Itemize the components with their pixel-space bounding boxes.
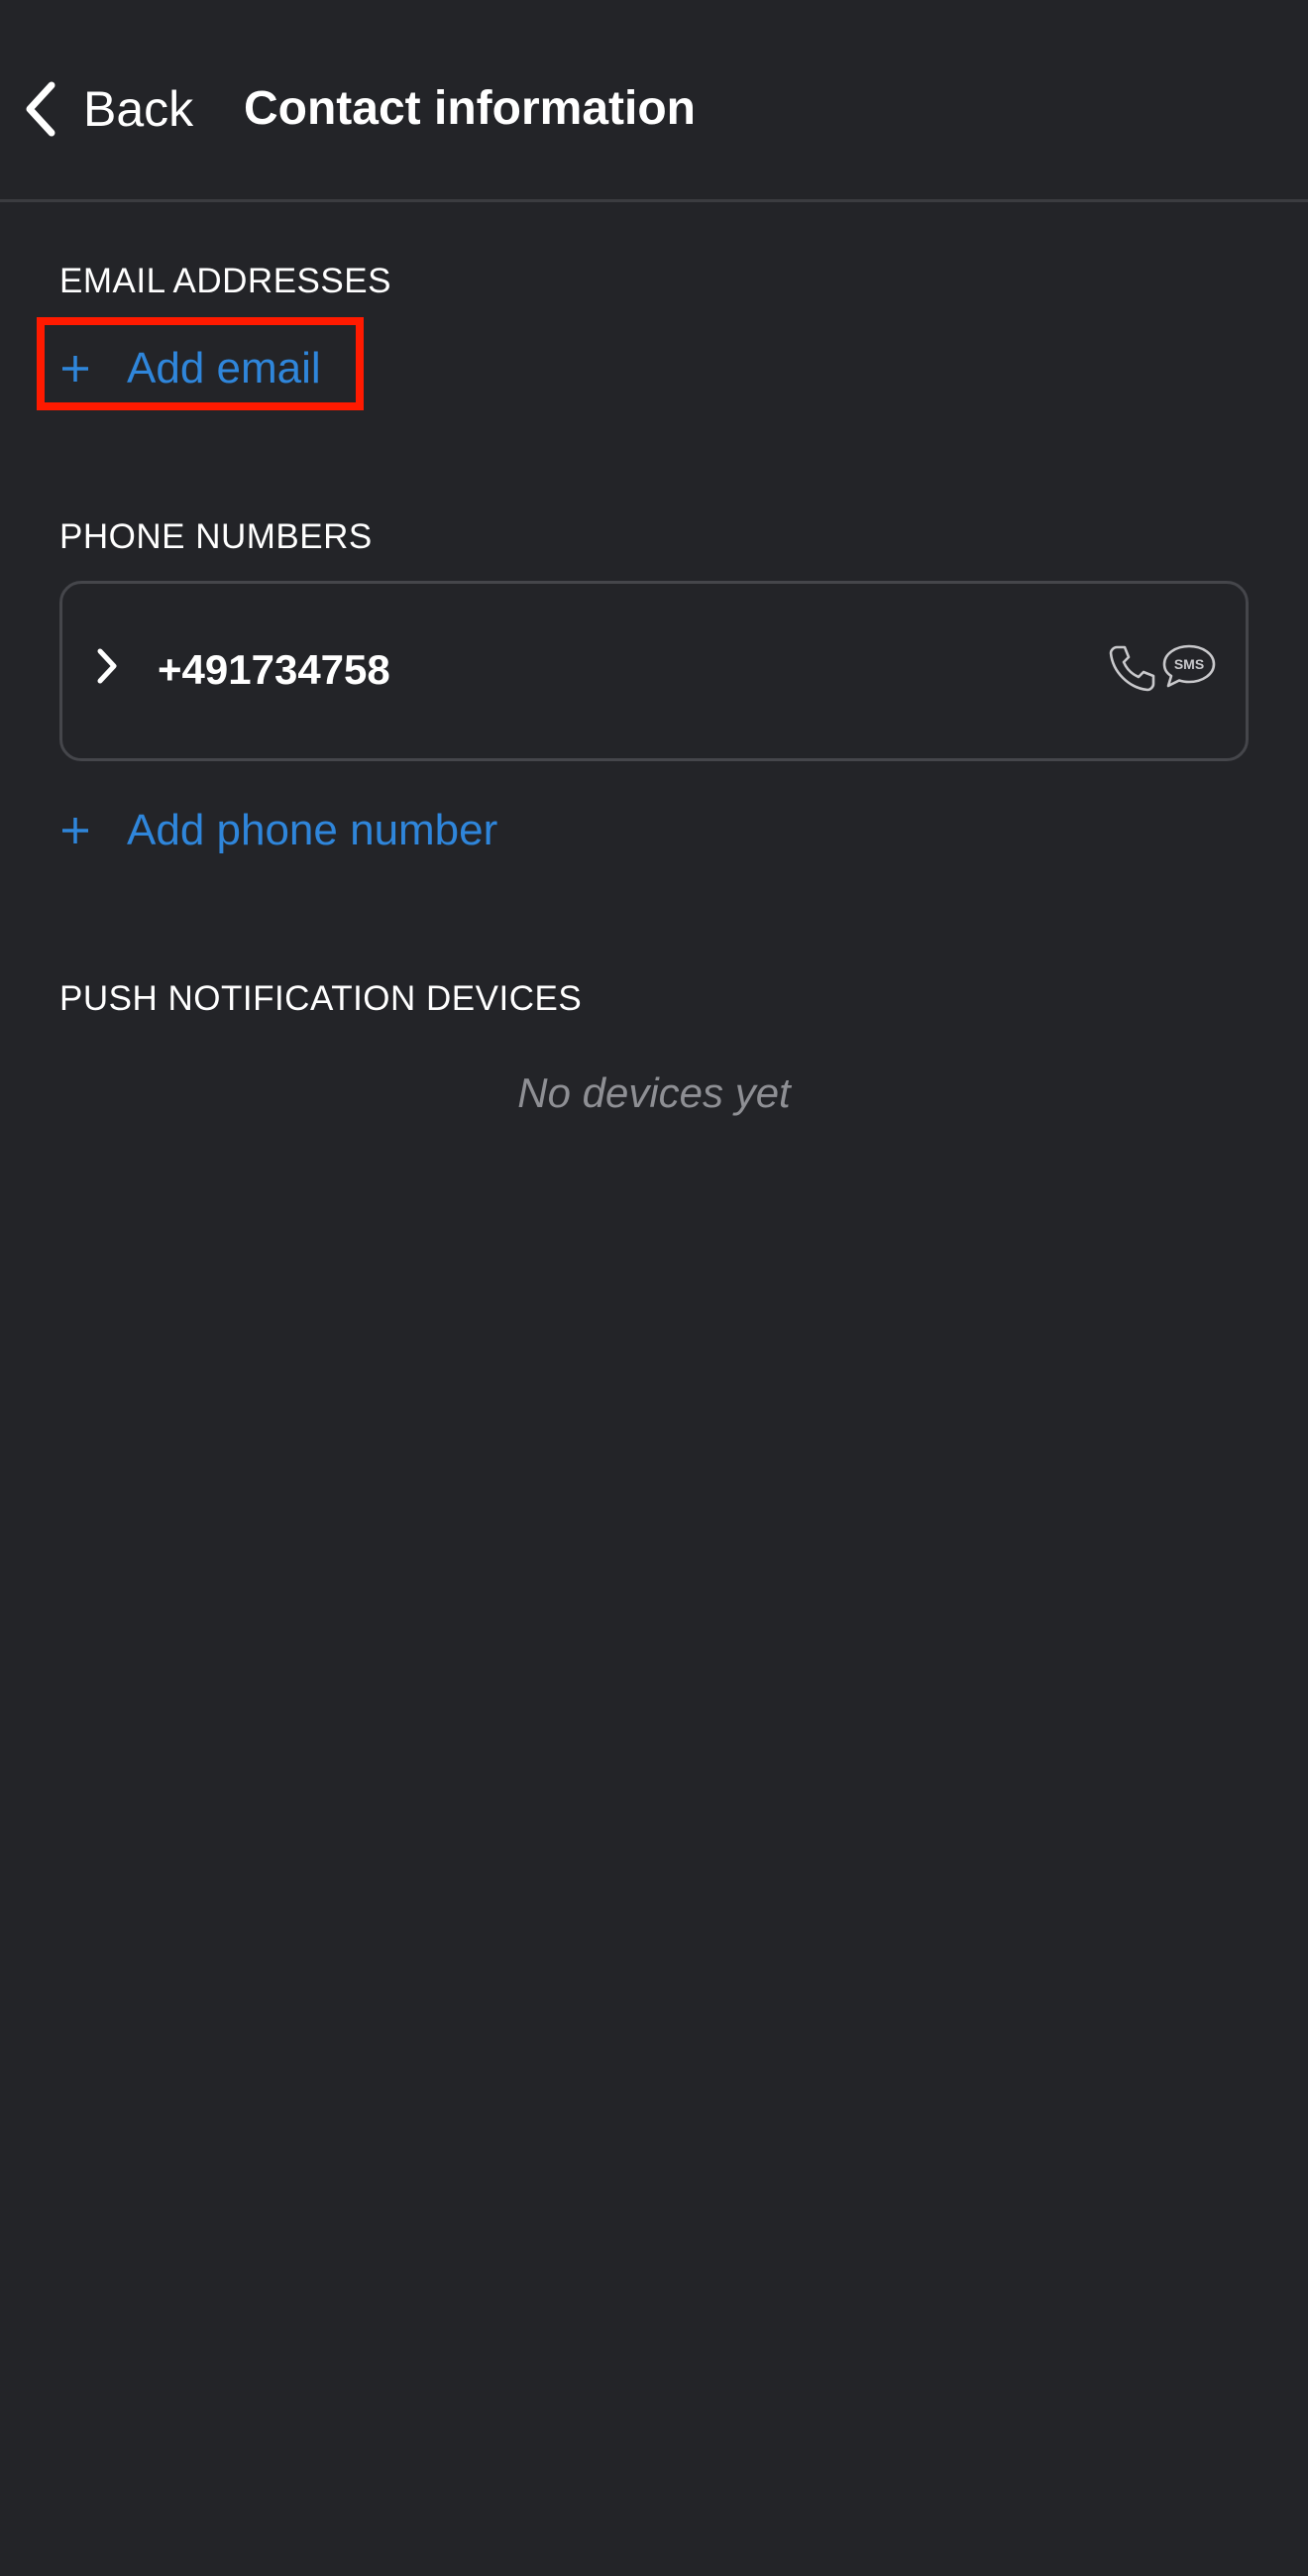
back-button[interactable]: Back	[22, 69, 193, 149]
sms-icon: SMS	[1162, 644, 1216, 688]
email-section-label: EMAIL ADDRESSES	[59, 262, 391, 300]
no-devices-message: No devices yet	[517, 1069, 791, 1116]
svg-text:SMS: SMS	[1174, 656, 1204, 672]
phone-call-icon	[1109, 645, 1155, 692]
add-phone-number-button[interactable]: Add phone number	[59, 807, 497, 854]
add-email-label: Add email	[127, 344, 321, 392]
phone-section-label: PHONE NUMBERS	[59, 517, 373, 556]
push-devices-section-label: PUSH NOTIFICATION DEVICES	[59, 979, 583, 1018]
chevron-right-icon	[97, 648, 117, 684]
phone-number-row[interactable]: +491734758 SMS	[59, 581, 1249, 761]
plus-icon	[62, 356, 88, 382]
chevron-left-icon	[26, 81, 55, 137]
add-phone-number-label: Add phone number	[127, 806, 498, 854]
navigation-header: Back Contact information	[0, 0, 1308, 202]
page-title: Contact information	[244, 82, 696, 135]
plus-icon	[62, 818, 88, 843]
add-email-button[interactable]: Add email	[59, 345, 321, 392]
back-button-label: Back	[83, 81, 194, 137]
phone-number-value: +491734758	[158, 646, 390, 693]
